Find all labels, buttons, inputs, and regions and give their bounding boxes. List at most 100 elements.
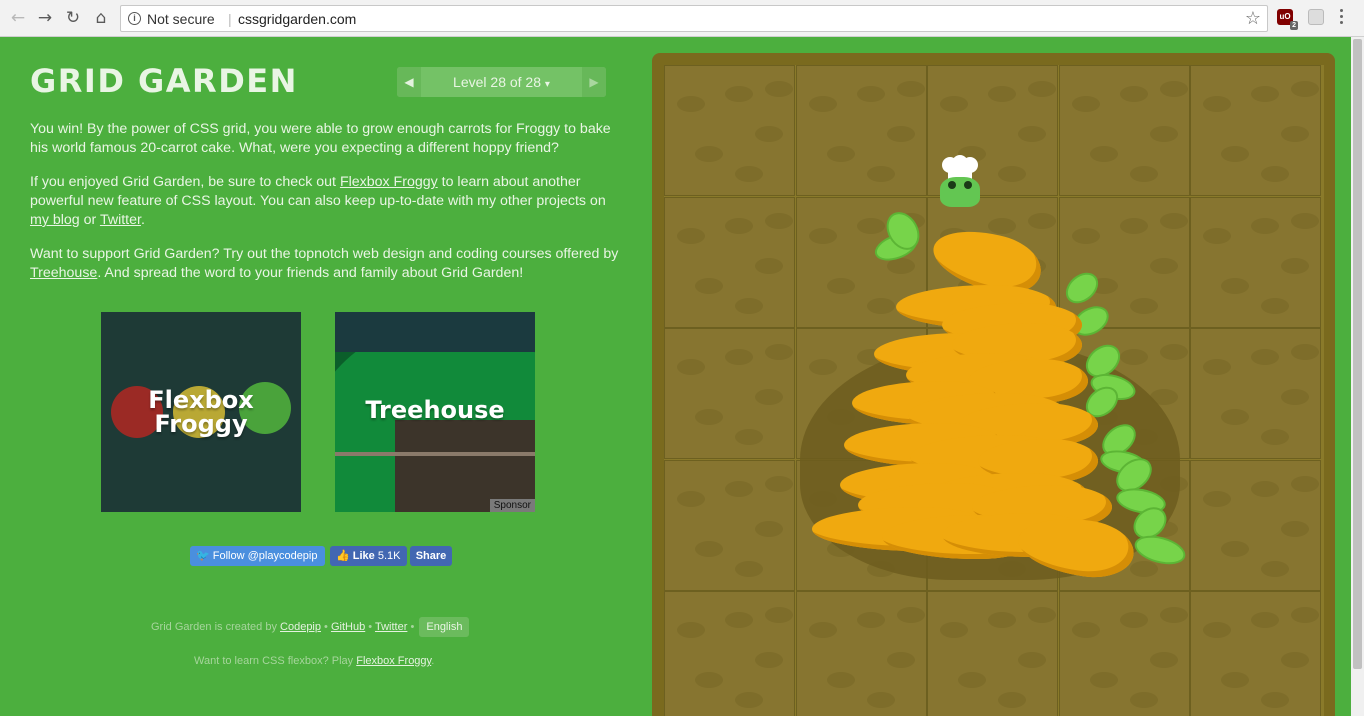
- flexbox-footer: Want to learn CSS flexbox? Play Flexbox …: [194, 655, 434, 667]
- reload-icon[interactable]: ↻: [61, 6, 85, 30]
- garden-cell: [664, 591, 795, 716]
- enjoy-text-a: If you enjoyed Grid Garden, be sure to c…: [30, 174, 340, 190]
- next-level-icon[interactable]: ▶: [582, 67, 606, 97]
- soil-speck: [1281, 652, 1310, 669]
- soil-speck: [1018, 126, 1047, 142]
- level-label: Level 28 of 28: [453, 74, 542, 90]
- soil-speck: [677, 227, 705, 244]
- previous-level-icon[interactable]: ◀: [397, 67, 421, 97]
- url-text[interactable]: cssgridgarden.com: [238, 11, 356, 27]
- footer-twitter-link[interactable]: Twitter: [375, 621, 407, 633]
- soil-speck: [1251, 86, 1280, 102]
- like-count: 5.1K: [377, 550, 401, 562]
- info-icon[interactable]: i: [128, 12, 141, 25]
- facebook-share-button[interactable]: Share: [410, 546, 452, 566]
- flexbox-froggy-link[interactable]: Flexbox Froggy: [340, 174, 438, 190]
- enjoy-paragraph: If you enjoyed Grid Garden, be sure to c…: [30, 173, 620, 230]
- ublock-extension-icon[interactable]: uO 2: [1277, 9, 1298, 30]
- facebook-like-button[interactable]: 👍 Like 5.1K: [330, 546, 407, 566]
- address-bar[interactable]: i Not secure | cssgridgarden.com ☆: [120, 5, 1268, 32]
- soil-speck: [808, 622, 837, 639]
- soil-speck: [1149, 126, 1178, 142]
- soil-speck: [1028, 81, 1057, 97]
- home-icon[interactable]: ⌂: [89, 6, 113, 30]
- soil-speck: [1203, 96, 1232, 112]
- treehouse-promo[interactable]: Treehouse Sponsor: [335, 312, 535, 512]
- level-indicator[interactable]: Level 28 of 28 ▾: [421, 74, 582, 90]
- ublock-label: uO: [1279, 12, 1291, 21]
- extension-badge: 2: [1290, 21, 1298, 30]
- footer-dot: •: [365, 621, 375, 633]
- soil-speck: [1251, 480, 1280, 497]
- soil-speck: [1261, 297, 1290, 314]
- flexbox-froggy-promo[interactable]: Flexbox Froggy: [101, 312, 301, 512]
- win-paragraph: You win! By the power of CSS grid, you w…: [30, 121, 611, 156]
- garden-cell: [664, 459, 795, 591]
- soil-speck: [1159, 344, 1188, 361]
- soil-speck: [1129, 560, 1158, 577]
- soil-speck: [725, 480, 753, 497]
- page-scrollbar[interactable]: [1351, 37, 1364, 716]
- garden-cell: [664, 196, 795, 328]
- soil-speck: [735, 166, 763, 182]
- soil-speck: [1119, 217, 1148, 234]
- soil-speck: [1221, 540, 1250, 557]
- soil-speck: [1119, 612, 1148, 629]
- security-label[interactable]: Not secure: [147, 11, 215, 27]
- soil-speck: [695, 277, 723, 294]
- soil-speck: [695, 146, 723, 162]
- soil-speck: [1221, 146, 1250, 162]
- soil-speck: [765, 475, 793, 492]
- night-sky-shape: [335, 312, 535, 352]
- treehouse-promo-title: Treehouse: [365, 396, 505, 424]
- soil-speck: [1221, 277, 1250, 294]
- bookmark-star-icon[interactable]: ☆: [1245, 8, 1261, 29]
- soil-speck: [856, 217, 885, 234]
- soil-speck: [1203, 490, 1232, 507]
- soil-speck: [808, 96, 837, 112]
- garden-cell: [795, 65, 927, 196]
- blog-link[interactable]: my blog: [30, 212, 80, 228]
- footer-period: .: [431, 655, 435, 667]
- soil-speck: [940, 96, 969, 112]
- soil-speck: [896, 81, 925, 97]
- footer-dot: •: [321, 621, 331, 633]
- level-navigator: ◀ Level 28 of 28 ▾ ▶: [397, 67, 606, 97]
- soil-speck: [695, 540, 723, 557]
- soil-speck: [1089, 146, 1118, 162]
- soil-speck: [1221, 409, 1250, 426]
- forward-arrow-icon[interactable]: →: [33, 6, 57, 30]
- scrollbar-thumb[interactable]: [1353, 39, 1362, 669]
- footer-flexbox-froggy-link[interactable]: Flexbox Froggy: [356, 655, 431, 667]
- twitter-bird-icon: 🐦: [196, 550, 210, 562]
- soil-speck: [1149, 257, 1178, 274]
- footer-dot: •: [407, 621, 418, 633]
- soil-speck: [988, 217, 1017, 234]
- soil-speck: [1291, 475, 1320, 492]
- browser-menu-icon[interactable]: [1340, 9, 1344, 27]
- soil-speck: [1119, 349, 1148, 366]
- twitter-follow-button[interactable]: 🐦 Follow @playcodepip: [190, 546, 325, 566]
- treehouse-link[interactable]: Treehouse: [30, 265, 97, 281]
- github-link[interactable]: GitHub: [331, 621, 365, 633]
- soil-speck: [1261, 692, 1290, 709]
- soil-speck: [695, 672, 723, 689]
- soil-speck: [1159, 607, 1188, 624]
- soil-speck: [1291, 212, 1320, 229]
- twitter-link[interactable]: Twitter: [100, 212, 141, 228]
- codepip-link[interactable]: Codepip: [280, 621, 321, 633]
- soil-speck: [1291, 344, 1320, 361]
- extension-icon[interactable]: [1308, 9, 1324, 25]
- garden-cell: [1190, 65, 1322, 196]
- support-paragraph: Want to support Grid Garden? Try out the…: [30, 245, 620, 283]
- soil-speck: [677, 96, 705, 112]
- soil-speck: [808, 227, 837, 244]
- soil-speck: [998, 692, 1027, 709]
- soil-speck: [725, 86, 753, 102]
- soil-speck: [866, 166, 895, 182]
- support-text-b: . And spread the word to your friends an…: [97, 265, 524, 281]
- soil-speck: [1089, 672, 1118, 689]
- language-select[interactable]: English: [419, 617, 470, 637]
- soil-speck: [826, 277, 855, 294]
- back-arrow-icon[interactable]: ←: [6, 6, 30, 30]
